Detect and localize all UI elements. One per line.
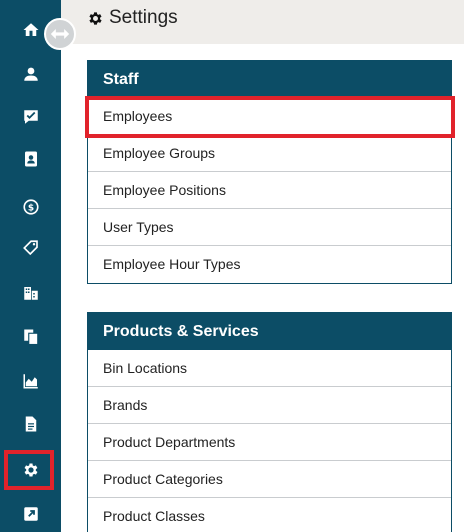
page-title: Settings (87, 7, 178, 29)
gear-icon (89, 11, 102, 25)
dollar-icon: $ (22, 198, 39, 215)
menu-item-user-types[interactable]: User Types (88, 209, 451, 246)
sidebar-item-contacts[interactable] (0, 140, 61, 177)
sidebar-item-documents[interactable] (0, 318, 61, 355)
copy-icon (23, 329, 38, 345)
page-title-text: Settings (109, 7, 178, 28)
gear-icon (24, 462, 37, 477)
sidebar-item-tasks[interactable] (0, 98, 61, 135)
sidebar-toggle-button[interactable] (44, 18, 76, 50)
external-link-icon (23, 506, 38, 521)
staff-panel-title: Staff (88, 61, 451, 98)
sidebar-item-customers[interactable] (0, 55, 61, 92)
file-icon (25, 416, 36, 431)
address-book-icon (24, 151, 37, 166)
menu-item-employees[interactable]: Employees (88, 98, 451, 135)
products-services-panel: Products & Services Bin Locations Brands… (87, 312, 452, 532)
menu-item-employee-groups[interactable]: Employee Groups (88, 135, 451, 172)
home-icon (23, 22, 38, 36)
products-panel-title: Products & Services (88, 313, 451, 350)
sidebar-item-billing[interactable]: $ (0, 188, 61, 225)
user-icon (23, 67, 38, 81)
sidebar-item-settings[interactable] (0, 451, 61, 488)
svg-text:$: $ (27, 203, 33, 213)
sidebar-item-tags[interactable] (0, 229, 61, 266)
sidebar-nav: $ (0, 0, 61, 532)
staff-panel: Staff Employees Employee Groups Employee… (87, 60, 452, 284)
menu-item-employee-positions[interactable]: Employee Positions (88, 172, 451, 209)
menu-item-product-classes[interactable]: Product Classes (88, 498, 451, 532)
sidebar-item-external[interactable] (0, 495, 61, 532)
menu-item-bin-locations[interactable]: Bin Locations (88, 350, 451, 387)
sidebar-item-reports[interactable] (0, 362, 61, 399)
sidebar-item-files[interactable] (0, 405, 61, 442)
menu-item-product-departments[interactable]: Product Departments (88, 424, 451, 461)
tag-icon (22, 239, 38, 255)
menu-item-product-categories[interactable]: Product Categories (88, 461, 451, 498)
menu-item-brands[interactable]: Brands (88, 387, 451, 424)
sidebar-item-buildings[interactable] (0, 274, 61, 311)
area-chart-icon (23, 373, 38, 388)
checkbox-message-icon (23, 109, 38, 124)
menu-item-employee-hour-types[interactable]: Employee Hour Types (88, 246, 451, 283)
double-arrow-icon (50, 29, 70, 39)
building-icon (23, 286, 38, 300)
